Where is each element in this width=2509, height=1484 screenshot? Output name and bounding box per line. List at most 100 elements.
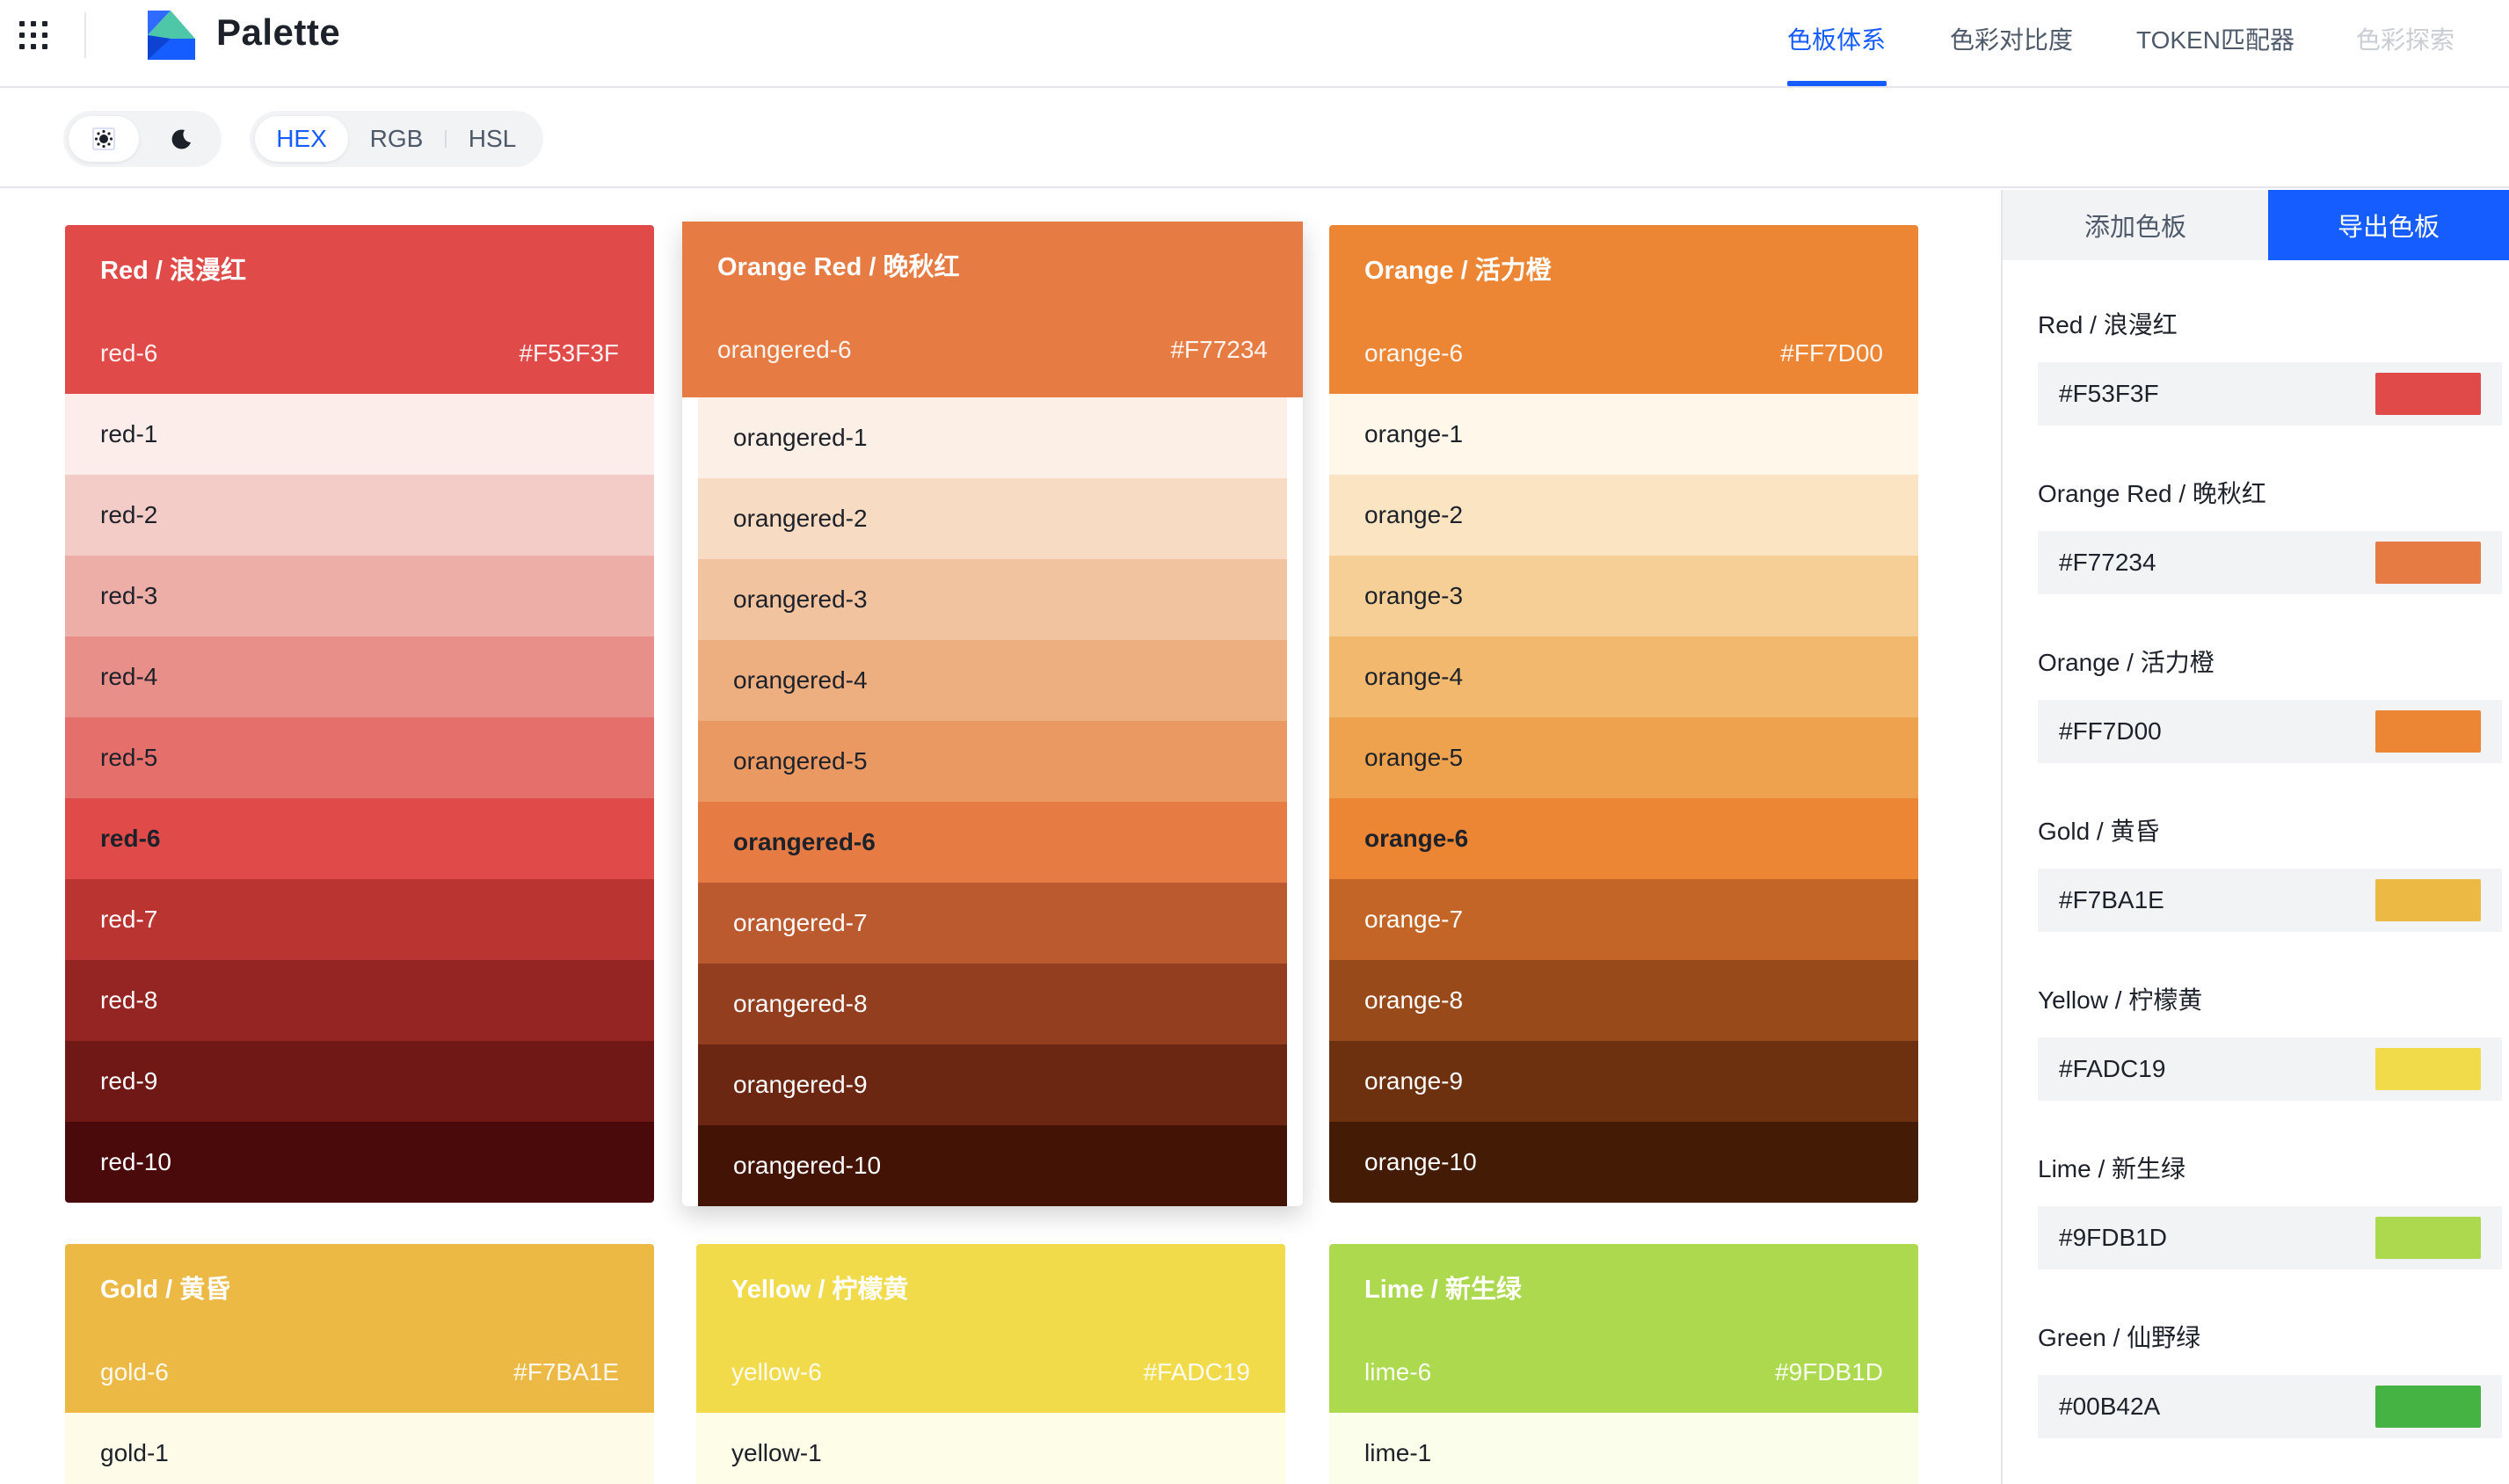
palette-card[interactable]: Lime / 新生绿 lime-6 #9FDB1D lime-1	[1329, 1244, 1918, 1484]
panel-color-hex: #9FDB1D	[2059, 1224, 2167, 1251]
color-swatch[interactable]: red-7	[65, 879, 654, 960]
color-swatch[interactable]: orange-1	[1329, 394, 1918, 475]
palette-primary-name: gold-6	[100, 1358, 169, 1386]
nav-tab-token-matcher[interactable]: TOKEN匹配器	[2136, 21, 2294, 56]
color-chip-picker[interactable]	[2375, 879, 2481, 921]
color-swatch[interactable]: orange-2	[1329, 475, 1918, 556]
color-swatch[interactable]: orange-6	[1329, 798, 1918, 879]
palette-title: Red / 浪漫红	[100, 257, 246, 285]
color-chip-picker[interactable]	[2375, 710, 2481, 753]
palette-list: Red / 浪漫红 #F53F3F Orange Red / 晚秋红 #F77234 O…	[2038, 260, 2502, 1442]
panel-color-hex: #FADC19	[2059, 1055, 2166, 1082]
export-palette-button[interactable]: 导出色板	[2268, 190, 2509, 260]
palette-primary-hex: #FF7D00	[1780, 339, 1883, 367]
color-swatch[interactable]: orange-7	[1329, 879, 1918, 960]
panel-color-input[interactable]: #F77234	[2038, 531, 2502, 594]
format-hex-button[interactable]: HEX	[255, 116, 348, 162]
panel-palette-item: Red / 浪漫红 #F53F3F	[2038, 260, 2502, 429]
color-swatch[interactable]: orange-3	[1329, 556, 1918, 637]
nav-tab-palette-system[interactable]: 色板体系	[1787, 21, 1886, 56]
color-swatch[interactable]: orange-10	[1329, 1122, 1918, 1203]
color-chip-picker[interactable]	[2375, 1386, 2481, 1428]
palette-card-header: Orange / 活力橙 orange-6 #FF7D00	[1329, 225, 1918, 394]
panel-palette-name: Lime / 新生绿	[2038, 1155, 2186, 1182]
palette-primary-hex: #FADC19	[1143, 1358, 1250, 1386]
top-navigation-bar: Palette 色板体系 色彩对比度 TOKEN匹配器 色彩探索	[0, 0, 2509, 88]
palette-grid: Red / 浪漫红 red-6 #F53F3F red-1 red-2 red-3 red-…	[0, 190, 2001, 1484]
color-swatch[interactable]: orange-8	[1329, 960, 1918, 1041]
color-chip-picker[interactable]	[2375, 1217, 2481, 1259]
palette-card-header: Gold / 黄昏 gold-6 #F7BA1E	[65, 1244, 654, 1413]
panel-color-input[interactable]: #FADC19	[2038, 1037, 2502, 1101]
dark-theme-button[interactable]	[146, 116, 216, 162]
color-swatch[interactable]: orangered-7	[698, 883, 1287, 964]
color-swatch[interactable]: orange-5	[1329, 717, 1918, 798]
panel-color-hex: #F77234	[2059, 549, 2156, 576]
color-swatch[interactable]: gold-1	[65, 1413, 654, 1484]
color-swatch[interactable]: orangered-4	[698, 640, 1287, 721]
color-chip-picker[interactable]	[2375, 1048, 2481, 1090]
panel-color-input[interactable]: #9FDB1D	[2038, 1206, 2502, 1269]
palette-primary-hex: #9FDB1D	[1775, 1358, 1883, 1386]
palette-title: Orange Red / 晚秋红	[717, 253, 960, 281]
color-swatch[interactable]: orange-9	[1329, 1041, 1918, 1122]
palette-title: Lime / 新生绿	[1364, 1276, 1522, 1304]
color-swatch[interactable]: red-2	[65, 475, 654, 556]
header-divider	[84, 12, 86, 58]
light-theme-button[interactable]	[69, 116, 139, 162]
color-swatch[interactable]: orangered-8	[698, 964, 1287, 1044]
format-hsl-button[interactable]: HSL	[448, 116, 536, 162]
add-palette-button[interactable]: 添加色板	[2003, 190, 2268, 260]
app-grid-icon[interactable]	[19, 21, 47, 49]
color-swatch[interactable]: orangered-9	[698, 1044, 1287, 1125]
panel-palette-item: Orange Red / 晚秋红 #F77234	[2038, 429, 2502, 598]
palette-card[interactable]: Orange / 活力橙 orange-6 #FF7D00 orange-1 orang…	[1329, 225, 1918, 1203]
color-swatch[interactable]: orangered-1	[698, 397, 1287, 478]
palette-primary-hex: #F77234	[1170, 336, 1268, 363]
color-swatch[interactable]: red-5	[65, 717, 654, 798]
panel-color-input[interactable]: #F7BA1E	[2038, 869, 2502, 932]
palette-side-panel: 添加色板 导出色板 Red / 浪漫红 #F53F3F Orange Red / 晚…	[2001, 190, 2509, 1484]
palette-title: Gold / 黄昏	[100, 1276, 231, 1304]
panel-palette-name: Green / 仙野绿	[2038, 1324, 2201, 1351]
color-swatch[interactable]: red-8	[65, 960, 654, 1041]
palette-card[interactable]: Yellow / 柠檬黄 yellow-6 #FADC19 yellow-1	[696, 1244, 1285, 1484]
panel-palette-item: Yellow / 柠檬黄 #FADC19	[2038, 935, 2502, 1104]
palette-primary-name: lime-6	[1364, 1358, 1432, 1386]
color-chip-picker[interactable]	[2375, 373, 2481, 415]
palette-card-header: Red / 浪漫红 red-6 #F53F3F	[65, 225, 654, 394]
color-swatch[interactable]: orange-4	[1329, 637, 1918, 717]
color-format-toggle: HEX RGB HSL	[250, 111, 543, 167]
color-swatch[interactable]: red-10	[65, 1122, 654, 1203]
theme-toggle	[63, 111, 222, 167]
panel-palette-item: Gold / 黄昏 #F7BA1E	[2038, 767, 2502, 935]
panel-color-input[interactable]: #FF7D00	[2038, 700, 2502, 763]
color-swatch[interactable]: yellow-1	[696, 1413, 1285, 1484]
color-swatch[interactable]: orangered-5	[698, 721, 1287, 802]
color-swatch[interactable]: orangered-10	[698, 1125, 1287, 1206]
palette-primary-name: red-6	[100, 339, 158, 367]
panel-color-input[interactable]: #F53F3F	[2038, 362, 2502, 426]
color-swatch[interactable]: red-1	[65, 394, 654, 475]
panel-color-input[interactable]: #00B42A	[2038, 1375, 2502, 1438]
palette-card[interactable]: Gold / 黄昏 gold-6 #F7BA1E gold-1	[65, 1244, 654, 1484]
color-swatch[interactable]: lime-1	[1329, 1413, 1918, 1484]
color-swatch[interactable]: red-9	[65, 1041, 654, 1122]
palette-primary-name: orangered-6	[717, 336, 852, 363]
color-swatch[interactable]: red-4	[65, 637, 654, 717]
color-swatch[interactable]: orangered-6	[698, 802, 1287, 883]
panel-tabs: 添加色板 导出色板	[2003, 190, 2509, 260]
palette-card[interactable]: Orange Red / 晚秋红 orangered-6 #F77234 orange…	[682, 222, 1303, 1206]
format-rgb-button[interactable]: RGB	[352, 116, 441, 162]
panel-palette-item: Green / 仙野绿 #00B42A	[2038, 1273, 2502, 1442]
palette-card[interactable]: Red / 浪漫红 red-6 #F53F3F red-1 red-2 red-3 red-…	[65, 225, 654, 1203]
nav-tab-color-contrast[interactable]: 色彩对比度	[1950, 21, 2073, 56]
app-name: Palette	[216, 11, 341, 53]
color-swatch[interactable]: red-3	[65, 556, 654, 637]
color-chip-picker[interactable]	[2375, 542, 2481, 584]
color-swatch[interactable]: orangered-3	[698, 559, 1287, 640]
color-swatch[interactable]: orangered-2	[698, 478, 1287, 559]
panel-palette-item: Lime / 新生绿 #9FDB1D	[2038, 1104, 2502, 1273]
panel-color-hex: #00B42A	[2059, 1393, 2161, 1420]
color-swatch[interactable]: red-6	[65, 798, 654, 879]
